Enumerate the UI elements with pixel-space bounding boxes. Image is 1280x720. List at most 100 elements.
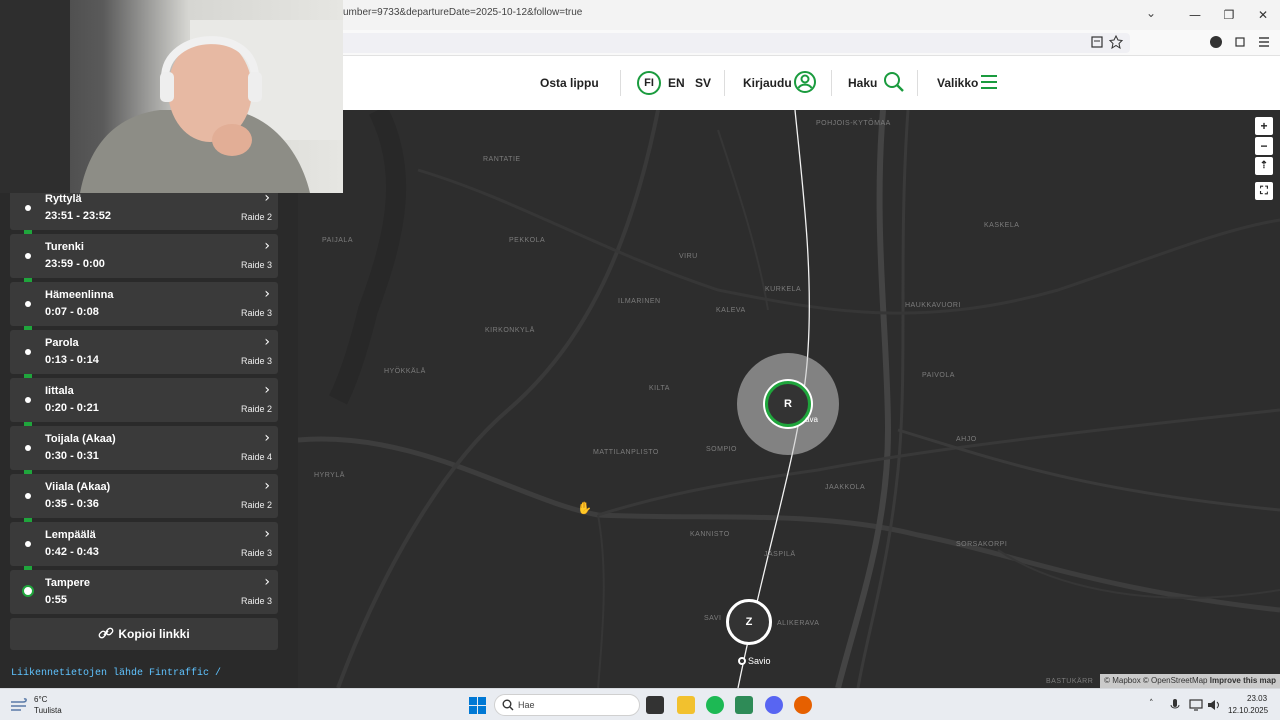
url-text: umber=9733&departureDate=2025-10-12&foll… (343, 7, 583, 18)
stop-card[interactable]: Toijala (Akaa) 0:30 - 0:31 Raide 4 › (10, 426, 278, 470)
station-dot-icon (738, 657, 746, 665)
stop-dot-icon (25, 253, 31, 259)
spotify-icon[interactable] (706, 696, 724, 714)
fullscreen-button[interactable]: ⛶ (1255, 182, 1273, 200)
place-label: PAIVOLA (922, 372, 955, 379)
stop-track: Raide 2 (240, 500, 272, 510)
discord-icon[interactable] (765, 696, 783, 714)
tab-list-chevron-icon[interactable]: ⌄ (1146, 6, 1156, 20)
weather-description[interactable]: Tuulista (34, 706, 62, 715)
language-sv[interactable]: SV (695, 76, 711, 90)
address-bar[interactable] (330, 33, 1130, 53)
stop-dot-icon (25, 493, 31, 499)
chevron-right-icon[interactable]: › (264, 478, 270, 494)
improve-map-link[interactable]: Improve this map (1210, 676, 1276, 685)
stop-card[interactable]: Lempäälä 0:42 - 0:43 Raide 3 › (10, 522, 278, 566)
stop-track: Raide 3 (240, 596, 272, 606)
stop-dot-icon (25, 541, 31, 547)
place-label: KURKELA (765, 286, 802, 293)
extensions-icon[interactable] (1233, 35, 1247, 49)
weather-wind-icon (11, 698, 27, 711)
hamburger-menu-icon[interactable] (979, 70, 999, 94)
minimize-icon[interactable]: — (1178, 8, 1212, 22)
stop-time: 0:20 - 0:21 (45, 402, 99, 414)
app-menu-icon[interactable] (1257, 35, 1271, 49)
stop-time: 0:35 - 0:36 (45, 498, 99, 510)
stop-name: Lempäälä (45, 529, 96, 541)
chevron-right-icon[interactable]: › (264, 334, 270, 350)
copy-link-button[interactable]: Kopioi linkki (10, 618, 278, 650)
chevron-right-icon[interactable]: › (264, 430, 270, 446)
place-label: ILMARINEN (618, 298, 661, 305)
place-label: VIRU (679, 253, 698, 260)
attribution-text[interactable]: © Mapbox © OpenStreetMap (1104, 676, 1207, 685)
windows-start-icon[interactable] (469, 697, 486, 714)
place-label: RANTATIE (483, 156, 521, 163)
train-map[interactable]: POHJOIS-KYTÖMAA RANTATIE KASKELA PAIJALA… (298, 110, 1280, 688)
place-label: AHJO (956, 436, 977, 443)
place-label: HYRYLÄ (314, 472, 345, 479)
header-divider (917, 70, 918, 96)
network-icon[interactable] (1189, 698, 1203, 712)
user-icon[interactable] (793, 70, 817, 94)
station-label: ava (805, 415, 818, 424)
app-icon[interactable] (735, 696, 753, 714)
stop-track: Raide 3 (240, 308, 272, 318)
stop-name: Ryttylä (45, 193, 82, 205)
station-label-savio: Savio (748, 656, 771, 666)
login-link[interactable]: Kirjaudu (743, 76, 792, 90)
chevron-right-icon[interactable]: › (264, 286, 270, 302)
task-view-icon[interactable] (646, 696, 664, 714)
reader-view-icon[interactable] (1090, 35, 1104, 49)
chevron-right-icon[interactable]: › (264, 382, 270, 398)
stop-card[interactable]: Hämeenlinna 0:07 - 0:08 Raide 3 › (10, 282, 278, 326)
stop-card[interactable]: Iittala 0:20 - 0:21 Raide 2 › (10, 378, 278, 422)
zoom-in-button[interactable]: + (1255, 117, 1273, 135)
stop-card[interactable]: Viiala (Akaa) 0:35 - 0:36 Raide 2 › (10, 474, 278, 518)
stop-dot-icon (25, 397, 31, 403)
windows-taskbar: 6°C Tuulista Hae ˄ 23.03 12.10.2025 (0, 688, 1280, 720)
microphone-icon[interactable] (1169, 698, 1181, 712)
stop-name: Iittala (45, 385, 74, 397)
chevron-right-icon[interactable]: › (264, 526, 270, 542)
zoom-out-button[interactable]: − (1255, 137, 1273, 155)
clock-time[interactable]: 23.03 (1247, 694, 1267, 703)
search-link[interactable]: Haku (848, 76, 877, 90)
train-marker-z[interactable]: Z (726, 599, 772, 645)
menu-link[interactable]: Valikko (937, 76, 978, 90)
map-attribution: © Mapbox © OpenStreetMap Improve this ma… (1100, 674, 1280, 688)
chevron-right-icon[interactable]: › (264, 574, 270, 590)
destination-pin-icon (22, 585, 34, 597)
stop-time: 0:07 - 0:08 (45, 306, 99, 318)
buy-ticket-link[interactable]: Osta lippu (540, 76, 599, 90)
chevron-right-icon[interactable]: › (264, 238, 270, 254)
header-divider (724, 70, 725, 96)
search-icon[interactable] (882, 70, 906, 94)
bookmark-star-icon[interactable] (1109, 35, 1123, 49)
file-explorer-icon[interactable] (677, 696, 695, 714)
language-en[interactable]: EN (668, 76, 685, 90)
firefox-icon[interactable] (794, 696, 812, 714)
stop-card[interactable]: Turenki 23:59 - 0:00 Raide 3 › (10, 234, 278, 278)
place-label: KANNISTO (690, 531, 730, 538)
stop-time: 23:59 - 0:00 (45, 258, 105, 270)
language-fi[interactable]: FI (637, 71, 661, 95)
tray-overflow-chevron-icon[interactable]: ˄ (1149, 699, 1154, 709)
account-icon[interactable] (1209, 35, 1223, 49)
restore-icon[interactable]: ❐ (1212, 8, 1246, 22)
stop-dot-icon (25, 301, 31, 307)
place-label: PEKKOLA (509, 237, 546, 244)
volume-icon[interactable] (1207, 698, 1221, 712)
close-icon[interactable]: ✕ (1246, 8, 1280, 22)
stop-card[interactable]: Parola 0:13 - 0:14 Raide 3 › (10, 330, 278, 374)
stop-name: Tampere (45, 577, 91, 589)
place-label: KASKELA (984, 222, 1020, 229)
stop-dot-icon (25, 445, 31, 451)
stop-card[interactable]: Tampere 0:55 Raide 3 › (10, 570, 278, 614)
stop-dot-icon (25, 205, 31, 211)
clock-date[interactable]: 12.10.2025 (1228, 706, 1268, 715)
compass-button[interactable]: ⇡ (1255, 157, 1273, 175)
webcam-person-image (0, 0, 343, 193)
taskbar-search-box[interactable] (494, 694, 640, 716)
weather-temperature[interactable]: 6°C (34, 695, 47, 704)
